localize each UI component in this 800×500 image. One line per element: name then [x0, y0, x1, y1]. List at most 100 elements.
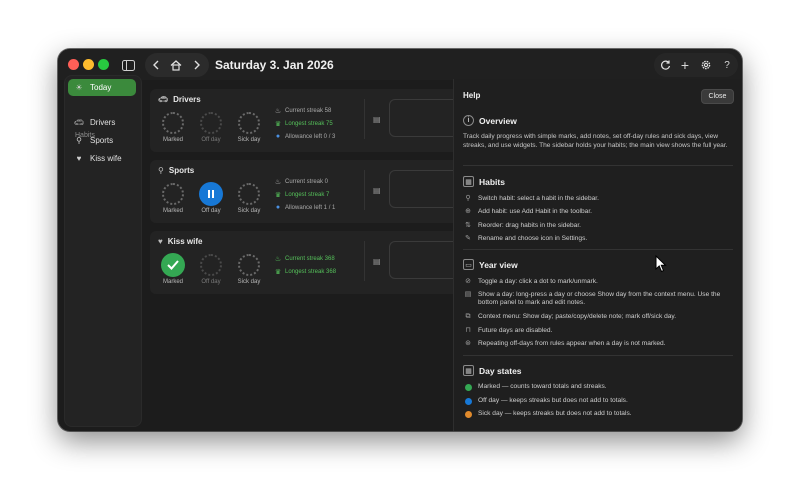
crown-icon: ♛ — [274, 192, 282, 199]
help-row: ⊘ Toggle a day: click a dot to mark/unmar… — [463, 278, 735, 286]
longest-streak: ♛ Longest streak 368 — [274, 269, 337, 276]
back-chevron-icon[interactable] — [148, 54, 164, 76]
longest-streak: ♛ Longest streak 7 — [274, 192, 330, 199]
checkmark-icon — [167, 260, 179, 270]
off-day-toggle[interactable] — [200, 254, 222, 276]
calendar-icon[interactable]: ▤ — [373, 186, 381, 195]
allowance-icon: ● — [275, 204, 281, 211]
close-window-button[interactable] — [68, 59, 79, 70]
context-menu-icon: ⧉ — [465, 313, 471, 320]
sick-day-label: Sick day — [237, 137, 261, 143]
sidebar-item-sports[interactable]: ⚲ Sports — [68, 132, 136, 149]
help-row: ⧉ Context menu: Show day; paste/copy/dele… — [463, 313, 735, 321]
allowance-icon: ● — [275, 133, 281, 140]
crown-icon: ♛ — [274, 121, 282, 128]
help-row: ▤ Show a day: long-press a day or choose … — [464, 291, 721, 306]
longest-streak: ♛ Longest streak 75 — [274, 121, 333, 128]
help-row: ✎ Rename and choose icon in Settings. — [463, 235, 735, 243]
heart-icon: ♥ — [158, 237, 163, 246]
minimize-window-button[interactable] — [83, 59, 94, 70]
note-box[interactable] — [389, 170, 461, 208]
sidebar: ☀ Today Habits 🚗︎ Drivers ⚲ Sports ♥ Kis… — [64, 75, 142, 427]
sidebar-toggle-icon[interactable] — [120, 54, 136, 76]
marked-label: Marked — [162, 208, 183, 214]
marked-toggle[interactable] — [161, 253, 185, 277]
divider — [463, 165, 733, 166]
calendar-icon[interactable]: ▤ — [373, 115, 381, 124]
forward-chevron-icon[interactable] — [189, 54, 205, 76]
marked-toggle[interactable] — [162, 112, 184, 134]
divider — [463, 355, 733, 356]
off-day-toggle[interactable] — [200, 112, 222, 134]
sick-day-toggle[interactable] — [238, 112, 260, 134]
current-streak: ♨ Current streak 368 — [274, 256, 335, 263]
habit-card-sports: ⚲ Sports Marked Off day Sick day ♨ Current… — [150, 160, 470, 223]
heart-icon: ♥ — [76, 154, 82, 163]
help-row: ⊓ Future days are disabled. — [463, 327, 735, 335]
off-day-label: Off day — [201, 137, 221, 143]
divider — [364, 241, 365, 281]
sidebar-item-today[interactable]: ☀ Today — [68, 79, 136, 96]
off-day-toggle[interactable] — [199, 182, 223, 206]
habit-card-drivers: 🚗︎ Drivers Marked Off day Sick day ♨ Curre… — [150, 89, 470, 152]
crown-icon: ♛ — [274, 269, 282, 276]
sidebar-item-kiss-wife[interactable]: ♥ Kiss wife — [68, 150, 136, 167]
sidebar-item-drivers[interactable]: 🚗︎ Drivers — [68, 114, 136, 131]
allowance-left: ● Allowance left 1 / 1 — [275, 204, 336, 211]
habit-card-kiss-wife: ♥ Kiss wife Marked Off day Sick day ♨ Curr… — [150, 231, 470, 294]
note-box[interactable] — [389, 241, 461, 279]
off-day-label: Off day — [201, 208, 221, 214]
marked-label: Marked — [162, 137, 183, 143]
marked-label: Marked — [162, 279, 183, 285]
calendar-icon: ▭ — [463, 259, 474, 270]
year-view-heading: ▭ Year view — [463, 259, 518, 270]
overview-text: Track daily progress with simple marks, … — [463, 133, 728, 149]
gear-icon[interactable] — [698, 54, 714, 76]
runner-icon: ⚲ — [76, 136, 82, 145]
close-button[interactable]: Close — [701, 89, 734, 104]
divider — [364, 170, 365, 210]
help-row: Marked — counts toward totals and streak… — [463, 383, 735, 394]
info-icon: i — [463, 115, 474, 126]
car-icon: 🚗︎ — [73, 118, 85, 127]
app-window: Saturday 3. Jan 2026 + ? ☀ Today Habits … — [58, 49, 742, 431]
help-icon[interactable]: ? — [719, 54, 735, 76]
help-row: Sick day — keeps streaks but does not ad… — [463, 410, 735, 421]
sun-icon: ☀ — [75, 83, 83, 92]
off-day-dot-icon — [464, 398, 472, 405]
sick-day-toggle[interactable] — [238, 254, 260, 276]
sick-day-toggle[interactable] — [238, 183, 260, 205]
habit-title-sports: ⚲ Sports — [158, 166, 195, 175]
sick-day-label: Sick day — [237, 208, 261, 214]
page-title: Saturday 3. Jan 2026 — [215, 58, 334, 72]
refresh-icon[interactable] — [657, 54, 673, 76]
sick-day-label: Sick day — [237, 279, 261, 285]
reorder-icon: ⇅ — [465, 222, 471, 229]
note-box[interactable] — [389, 99, 461, 137]
day-states-heading: ▦ Day states — [463, 365, 522, 376]
off-day-label: Off day — [201, 279, 221, 285]
lock-icon: ⊓ — [465, 327, 471, 334]
show-day-icon: ▤ — [464, 291, 472, 298]
toolbar: Saturday 3. Jan 2026 + ? — [58, 49, 742, 80]
sick-day-dot-icon — [464, 411, 472, 418]
help-row: ⇅ Reorder: drag habits in the sidebar. — [463, 222, 735, 230]
car-icon: 🚗︎ — [158, 95, 169, 104]
habit-title-drivers: 🚗︎ Drivers — [158, 95, 201, 104]
check-circle-icon: ⊘ — [465, 278, 471, 285]
home-icon[interactable] — [168, 54, 184, 76]
help-row: ⚲ Switch habit: select a habit in the sid… — [463, 195, 735, 203]
overview-heading: i Overview — [463, 115, 517, 126]
add-habit-icon[interactable]: + — [677, 54, 693, 76]
help-row: ⊛ Repeating off-days from rules appear wh… — [463, 340, 735, 348]
runner-icon: ⚲ — [158, 166, 164, 175]
calendar-icon[interactable]: ▤ — [373, 257, 381, 266]
repeat-icon: ⊛ — [465, 340, 471, 347]
zoom-window-button[interactable] — [98, 59, 109, 70]
pencil-icon: ✎ — [465, 235, 471, 242]
current-streak: ♨ Current streak 0 — [274, 179, 329, 186]
divider — [463, 249, 733, 250]
mouse-cursor-icon — [655, 255, 667, 273]
divider — [364, 99, 365, 139]
marked-toggle[interactable] — [162, 183, 184, 205]
